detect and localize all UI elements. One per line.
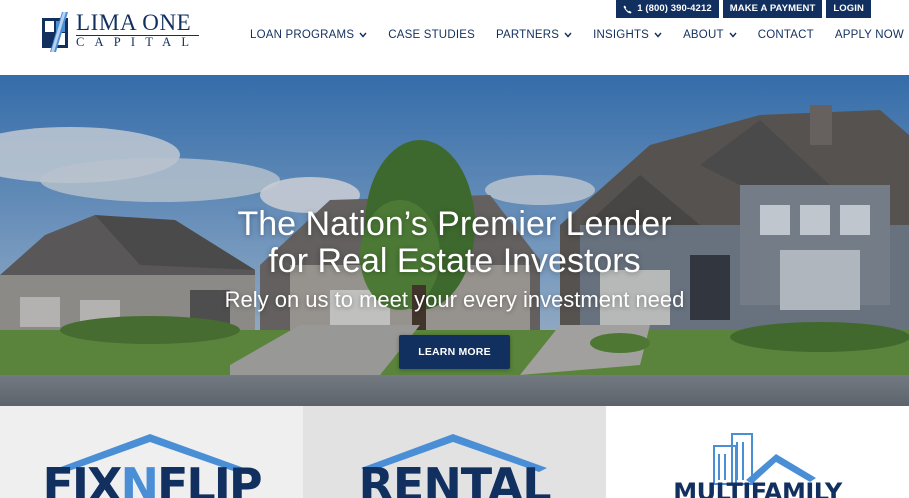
logo-name: LIMA ONE [76,10,192,35]
make-payment-button[interactable]: MAKE A PAYMENT [722,0,823,18]
logo-subtitle: CAPITAL [76,35,200,49]
nav-apply-now[interactable]: APPLY NOW [835,29,904,41]
chevron-down-icon [654,32,662,38]
site-header: LIMA ONE CAPITAL 1 (800) 390-4212 MAKE A… [0,0,909,75]
logo-mark-icon [42,12,70,52]
learn-more-button[interactable]: LEARN MORE [399,335,510,369]
phone-icon [623,4,632,14]
utility-bar: 1 (800) 390-4212 MAKE A PAYMENT LOGIN [616,0,871,18]
nav-partners[interactable]: PARTNERS [496,29,572,41]
main-nav: LOAN PROGRAMS CASE STUDIES PARTNERS INSI… [250,29,904,41]
login-button[interactable]: LOGIN [826,0,871,18]
chevron-down-icon [729,32,737,38]
chevron-down-icon [359,32,367,38]
nav-case-studies[interactable]: CASE STUDIES [388,29,475,41]
hero-title: The Nation’s Premier Lender for Real Est… [237,205,672,280]
rental-card[interactable]: RENTAL [303,406,606,498]
phone-number: 1 (800) 390-4212 [637,3,712,14]
fix-n-flip-card[interactable]: FIXNFLIP [0,406,303,498]
phone-button[interactable]: 1 (800) 390-4212 [616,0,719,18]
nav-insights[interactable]: INSIGHTS [593,29,662,41]
nav-contact[interactable]: CONTACT [758,29,814,41]
chevron-down-icon [564,32,572,38]
hero-banner: The Nation’s Premier Lender for Real Est… [0,75,909,406]
nav-about[interactable]: ABOUT [683,29,737,41]
lima-one-logo[interactable]: LIMA ONE CAPITAL [42,11,200,54]
nav-loan-programs[interactable]: LOAN PROGRAMS [250,29,367,41]
multifamily-card[interactable]: MULTIFAMILY [606,406,909,498]
loan-program-cards: FIXNFLIP RENTAL MULTIFAMILY [0,406,909,498]
rental-logo: RENTAL [358,458,551,498]
multifamily-logo: MULTIFAMILY [673,478,842,498]
hero-subtitle: Rely on us to meet your every investment… [224,287,685,312]
fix-n-flip-logo: FIXNFLIP [42,458,262,498]
